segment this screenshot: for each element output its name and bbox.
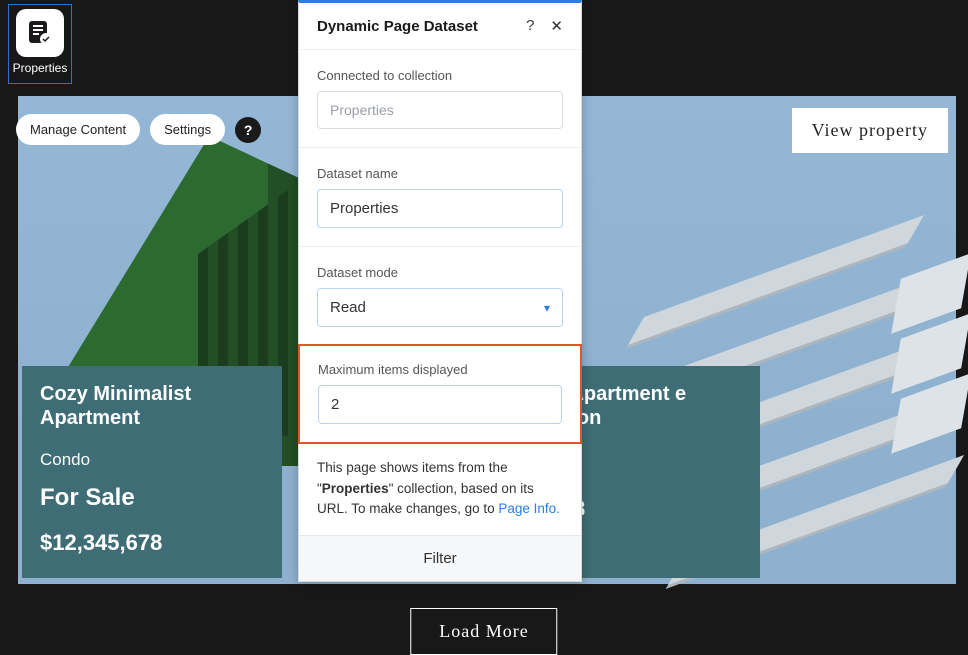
view-property-button[interactable]: View property [792, 108, 948, 153]
dataset-mode-select[interactable]: Read ▾ [317, 288, 563, 327]
manage-content-button[interactable]: Manage Content [16, 114, 140, 145]
property-status: For Sale [40, 484, 264, 512]
dataset-icon [16, 9, 64, 57]
dataset-mode-value: Read [330, 299, 366, 316]
dataset-name-input[interactable] [317, 189, 563, 228]
panel-help-icon[interactable]: ? [526, 17, 534, 35]
max-items-section: Maximum items displayed [298, 344, 582, 444]
connected-collection-value: Properties [317, 91, 563, 129]
max-items-label: Maximum items displayed [318, 362, 562, 377]
panel-title: Dynamic Page Dataset [317, 18, 478, 35]
dataset-element[interactable]: Properties [8, 4, 72, 84]
panel-info-text: This page shows items from the "Properti… [317, 458, 563, 519]
load-more-button[interactable]: Load More [410, 608, 557, 655]
help-icon[interactable]: ? [235, 117, 261, 143]
close-icon[interactable]: ✕ [550, 17, 563, 35]
page-info-link[interactable]: Page Info. [498, 501, 560, 516]
dataset-element-label: Properties [13, 61, 68, 75]
property-price: $12,345,678 [40, 530, 264, 556]
property-title: Cozy Minimalist Apartment [40, 382, 264, 430]
dataset-name-label: Dataset name [317, 166, 563, 181]
dataset-settings-panel: Dynamic Page Dataset ? ✕ Connected to co… [298, 0, 582, 582]
filter-button[interactable]: Filter [299, 535, 581, 581]
chevron-down-icon: ▾ [544, 301, 550, 315]
dataset-mode-label: Dataset mode [317, 265, 563, 280]
max-items-input[interactable] [318, 385, 562, 424]
property-card: Cozy Minimalist Apartment Condo For Sale… [22, 366, 282, 578]
property-type: Condo [40, 450, 264, 470]
settings-button[interactable]: Settings [150, 114, 225, 145]
connected-collection-label: Connected to collection [317, 68, 563, 83]
